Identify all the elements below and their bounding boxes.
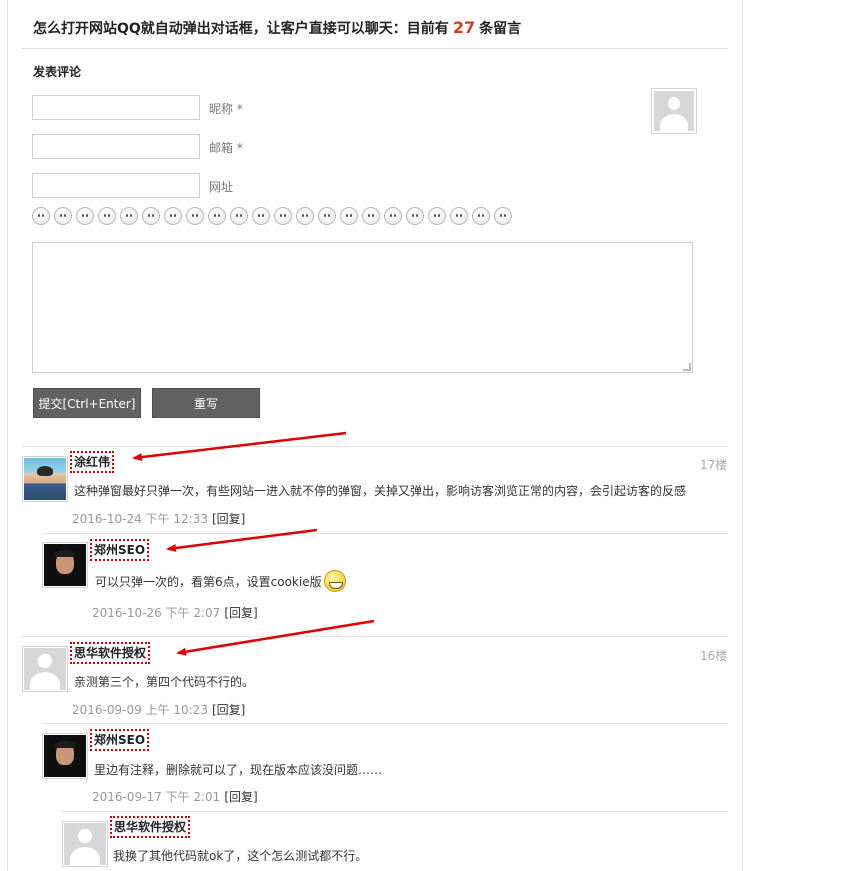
nickname-label: 昵称 * xyxy=(209,102,243,116)
website-input[interactable] xyxy=(32,173,200,198)
comment-time: 2016-10-24 下午 12:33 xyxy=(72,512,208,526)
divider xyxy=(22,446,728,447)
form-title: 发表评论 xyxy=(33,65,82,79)
comment-text: 这种弹窗最好只弹一次，有些网站一进入就不停的弹窗，关掉又弹出，影响访客浏览正常的… xyxy=(74,484,687,498)
comment-textarea[interactable] xyxy=(32,242,693,373)
submit-button[interactable]: 提交[Ctrl+Enter] xyxy=(33,388,141,418)
reply-time: 2016-10-26 下午 2:07 xyxy=(92,606,221,620)
emoji-dizzy-icon[interactable] xyxy=(318,207,336,225)
reply-time: 2016-09-17 下午 2:01 xyxy=(92,790,221,804)
divider xyxy=(22,636,728,637)
divider xyxy=(42,723,728,724)
arrow-icon xyxy=(176,619,375,656)
emoji-neutral-icon[interactable] xyxy=(142,207,160,225)
emoji-angry-icon[interactable] xyxy=(120,207,138,225)
emoji-sad-icon[interactable] xyxy=(186,207,204,225)
user-photo-icon xyxy=(44,735,86,777)
emoji-laugh-icon[interactable] xyxy=(296,207,314,225)
avatar[interactable] xyxy=(22,456,68,502)
emoji-silly-icon[interactable] xyxy=(494,207,512,225)
reply-text: 可以只弹一次的，看第6点，设置cookie版 xyxy=(95,575,322,589)
grin-emoji-icon xyxy=(323,570,346,592)
divider xyxy=(42,533,728,534)
emoji-cool-icon[interactable] xyxy=(274,207,292,225)
title-text: 怎么打开网站QQ就自动弹出对话框，让客户直接可以聊天：目前有 xyxy=(33,21,449,37)
right-border xyxy=(742,0,743,871)
floor-number: 16楼 xyxy=(700,649,728,663)
resize-grip-icon[interactable] xyxy=(683,363,691,371)
user-photo-icon xyxy=(44,544,86,586)
reply-link[interactable]: [回复] xyxy=(224,790,257,804)
emoji-smile-icon[interactable] xyxy=(54,207,72,225)
reply-author[interactable]: 郑州SEO xyxy=(90,539,150,561)
emoji-shock-icon[interactable] xyxy=(230,207,248,225)
comment-text: 亲测第三个，第四个代码不行的。 xyxy=(74,675,255,689)
emoji-question-icon[interactable] xyxy=(32,207,50,225)
default-avatar-icon xyxy=(24,648,66,690)
avatar[interactable] xyxy=(62,821,108,867)
reset-button[interactable]: 重写 xyxy=(152,388,260,418)
avatar[interactable] xyxy=(22,646,68,692)
floor-number: 17楼 xyxy=(700,458,728,472)
commenter-avatar xyxy=(651,88,697,134)
comment-author[interactable]: 涂红伟 xyxy=(70,451,115,473)
default-avatar-icon xyxy=(64,823,106,865)
avatar[interactable] xyxy=(42,733,88,779)
comment-author[interactable]: 思华软件授权 xyxy=(70,642,151,664)
title-suffix: 条留言 xyxy=(479,21,522,37)
emoji-shy-icon[interactable] xyxy=(450,207,468,225)
emoji-wink-icon[interactable] xyxy=(384,207,402,225)
email-label: 邮箱 * xyxy=(209,141,243,155)
user-photo-icon xyxy=(24,458,66,500)
left-border xyxy=(7,0,8,871)
emoji-surprised-icon[interactable] xyxy=(252,207,270,225)
reply-author[interactable]: 郑州SEO xyxy=(90,729,150,751)
nickname-input[interactable] xyxy=(32,95,200,120)
comment-count: 27 xyxy=(452,18,476,37)
emoji-toolbar xyxy=(32,207,512,225)
emoji-cry-icon[interactable] xyxy=(208,207,226,225)
reply-text: 我换了其他代码就ok了，这个怎么测试都不行。 xyxy=(113,849,368,863)
emoji-tongue-icon[interactable] xyxy=(76,207,94,225)
emoji-sleepy-icon[interactable] xyxy=(164,207,182,225)
emoji-grin-icon[interactable] xyxy=(362,207,380,225)
comment-time: 2016-09-09 上午 10:23 xyxy=(72,703,208,717)
divider xyxy=(62,811,728,812)
emoji-pout-icon[interactable] xyxy=(340,207,358,225)
emoji-love-icon[interactable] xyxy=(406,207,424,225)
reply-text: 里边有注释，删除就可以了，现在版本应该没问题…… xyxy=(94,763,383,777)
reply-link[interactable]: [回复] xyxy=(212,703,245,717)
emoji-devil-icon[interactable] xyxy=(98,207,116,225)
emoji-smirk-icon[interactable] xyxy=(428,207,446,225)
default-avatar-icon xyxy=(654,91,694,131)
reply-link[interactable]: [回复] xyxy=(212,512,245,526)
reply-link[interactable]: [回复] xyxy=(224,606,257,620)
email-input[interactable] xyxy=(32,134,200,159)
emoji-tears-icon[interactable] xyxy=(472,207,490,225)
divider xyxy=(22,48,728,49)
page-title: 怎么打开网站QQ就自动弹出对话框，让客户直接可以聊天：目前有 27 条留言 xyxy=(33,18,521,38)
avatar[interactable] xyxy=(42,542,88,588)
reply-author[interactable]: 思华软件授权 xyxy=(110,816,191,838)
website-label: 网址 xyxy=(209,180,234,194)
